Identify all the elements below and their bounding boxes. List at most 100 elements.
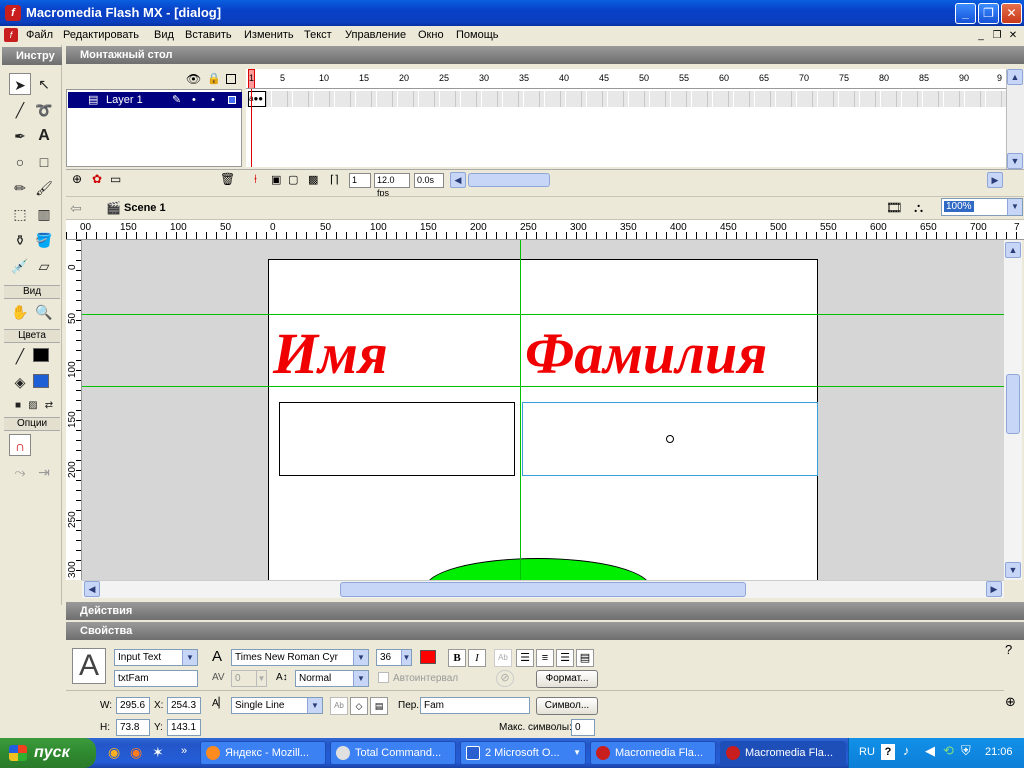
trash-icon[interactable]: 🗑 <box>220 172 235 186</box>
language-indicator[interactable]: RU <box>859 746 875 758</box>
onion-markers-icon[interactable]: ⌈⌉ <box>330 173 339 186</box>
scroll-right-icon[interactable]: ▶ <box>986 581 1002 597</box>
add-folder-icon[interactable]: ▭ <box>110 172 121 186</box>
chevron-down-icon[interactable]: ▼ <box>182 650 197 665</box>
layer-lock-dot[interactable]: • <box>211 92 215 108</box>
scroll-left-icon[interactable]: ◀ <box>450 172 466 188</box>
ink-bottle-tool-icon[interactable]: ⚱ <box>9 229 31 251</box>
chevron-down-icon[interactable]: ▼ <box>307 698 322 713</box>
chevron-down-icon[interactable]: ▼ <box>573 742 581 764</box>
frame-ruler[interactable]: 1 5 10 15 20 25 30 35 40 45 50 55 60 65 … <box>246 69 1006 89</box>
volume-icon[interactable]: ♪ <box>903 743 910 758</box>
auto-kern-checkbox[interactable] <box>378 672 389 683</box>
smooth-icon[interactable]: ⤳ <box>9 461 31 483</box>
magnet-icon[interactable]: ∩ <box>9 434 31 456</box>
mdi-minimize-button[interactable]: _ <box>974 29 988 42</box>
menu-edit[interactable]: Редактировать <box>63 29 139 41</box>
width-field[interactable]: 295.6 <box>116 697 150 714</box>
add-guide-icon[interactable]: ✿ <box>92 172 102 186</box>
menu-text[interactable]: Текст <box>304 29 332 41</box>
task-flash-1[interactable]: Macromedia Fla... <box>590 741 716 765</box>
timeline-vscroll[interactable]: ▲ ▼ <box>1006 69 1024 169</box>
zoom-tool-icon[interactable]: 🔍 <box>33 301 55 323</box>
lasso-tool-icon[interactable]: ➰ <box>33 99 55 121</box>
max-chars-field[interactable]: 0 <box>571 719 595 736</box>
format-button[interactable]: Формат... <box>536 670 598 688</box>
selectable-icon[interactable]: Ab <box>330 697 348 715</box>
start-button[interactable]: пуск <box>0 738 96 768</box>
chevron-down-icon[interactable]: ▼ <box>401 650 411 665</box>
straighten-icon[interactable]: ⇥ <box>33 461 55 483</box>
antivirus-icon[interactable]: ⛨ <box>961 743 971 759</box>
scroll-down-icon[interactable]: ▼ <box>1005 562 1021 578</box>
document-icon[interactable]: f <box>4 28 18 42</box>
font-size-field[interactable]: 36 ▼ <box>376 649 412 666</box>
hand-tool-icon[interactable]: ✋ <box>9 301 31 323</box>
horizontal-guide[interactable] <box>82 314 1004 315</box>
url-link-icon[interactable]: ⊘ <box>496 670 514 687</box>
menu-modify[interactable]: Изменить <box>244 29 294 41</box>
line-tool-icon[interactable]: ╱ <box>9 99 31 121</box>
help-icon[interactable]: ? <box>1005 642 1012 657</box>
height-field[interactable]: 73.8 <box>116 719 150 736</box>
mdi-close-button[interactable]: ✕ <box>1006 29 1020 42</box>
onion-skin-icon[interactable]: ▣ <box>271 173 281 186</box>
instance-name-input[interactable]: txtFam <box>114 670 198 687</box>
menu-view[interactable]: Вид <box>154 29 174 41</box>
var-field[interactable]: Fam <box>420 697 530 714</box>
x-field[interactable]: 254.3 <box>167 697 201 714</box>
clock[interactable]: 21:06 <box>985 746 1013 758</box>
layer-visible-dot[interactable]: • <box>192 92 196 108</box>
layer-color-icon[interactable] <box>228 96 236 104</box>
free-transform-tool-icon[interactable]: ⬚ <box>9 203 31 225</box>
back-arrow-icon[interactable]: ⇦ <box>70 200 82 217</box>
work-area[interactable]: Имя Фамилия <box>82 240 1004 580</box>
edit-symbol-icon[interactable]: ⛬ <box>914 200 923 216</box>
quicklaunch-app-icon[interactable]: ✶ <box>152 744 164 761</box>
task-microsoft-office[interactable]: 2 Microsoft O... ▼ <box>460 741 586 765</box>
frames-area[interactable]: a●● <box>246 89 1006 167</box>
tools-header[interactable]: Инстру <box>2 47 62 65</box>
quicklaunch-browser-icon[interactable]: ◉ <box>130 744 142 761</box>
bold-button[interactable]: B <box>448 649 466 667</box>
scroll-down-icon[interactable]: ▼ <box>1007 153 1023 169</box>
y-field[interactable]: 143.1 <box>167 719 201 736</box>
fps-field[interactable]: 12.0 fps <box>374 173 410 198</box>
name-input-field[interactable] <box>279 402 515 476</box>
chevron-down-icon[interactable]: ▼ <box>353 671 368 686</box>
rectangle-tool-icon[interactable]: □ <box>33 151 55 173</box>
html-render-icon[interactable]: ◇ <box>350 697 368 715</box>
quicklaunch-firefox-icon[interactable]: ◉ <box>108 744 120 761</box>
actions-panel-header[interactable]: Действия <box>66 602 1024 620</box>
task-firefox[interactable]: Яндекс - Mozill... <box>200 741 326 765</box>
label-surname-text[interactable]: Фамилия <box>525 320 767 387</box>
paint-bucket-tool-icon[interactable]: 🪣 <box>33 229 55 251</box>
network-icon[interactable]: ⟲ <box>943 743 954 759</box>
arrow-tool-icon[interactable]: ➤ <box>9 73 31 95</box>
stage-hscroll-thumb[interactable] <box>340 582 746 597</box>
chevron-down-icon[interactable]: ▼ <box>353 650 368 665</box>
maximize-button[interactable]: ❐ <box>978 3 999 24</box>
fill-color-swatch[interactable] <box>33 374 49 388</box>
stage-hscroll[interactable]: ◀ ▶ <box>82 580 1004 598</box>
frame-row[interactable]: a●● <box>246 91 1006 107</box>
pencil-tool-icon[interactable]: ✏ <box>9 177 31 199</box>
subselect-tool-icon[interactable]: ↖ <box>33 73 55 95</box>
eye-icon[interactable]: 👁 <box>186 72 201 86</box>
menu-help[interactable]: Помощь <box>456 29 499 41</box>
align-justify-icon[interactable]: ▤ <box>576 649 594 667</box>
eyedropper-tool-icon[interactable]: 💉 <box>9 255 31 277</box>
lock-icon[interactable]: 🔒 <box>207 72 221 85</box>
vertical-guide[interactable] <box>520 240 521 580</box>
add-layer-icon[interactable]: ⊕ <box>72 172 82 186</box>
menu-file[interactable]: Файл <box>26 29 53 41</box>
surname-input-field[interactable] <box>522 402 818 476</box>
horizontal-guide[interactable] <box>82 386 1004 387</box>
scroll-left-icon[interactable]: ◀ <box>84 581 100 597</box>
text-direction-icon[interactable]: Ab <box>494 649 512 667</box>
text-tool-icon[interactable]: A <box>33 125 55 147</box>
align-center-icon[interactable]: ≡ <box>536 649 554 667</box>
properties-panel-header[interactable]: Свойства <box>66 622 1024 640</box>
pen-tool-icon[interactable]: ✒ <box>9 125 31 147</box>
green-ellipse-shape[interactable] <box>425 558 651 580</box>
